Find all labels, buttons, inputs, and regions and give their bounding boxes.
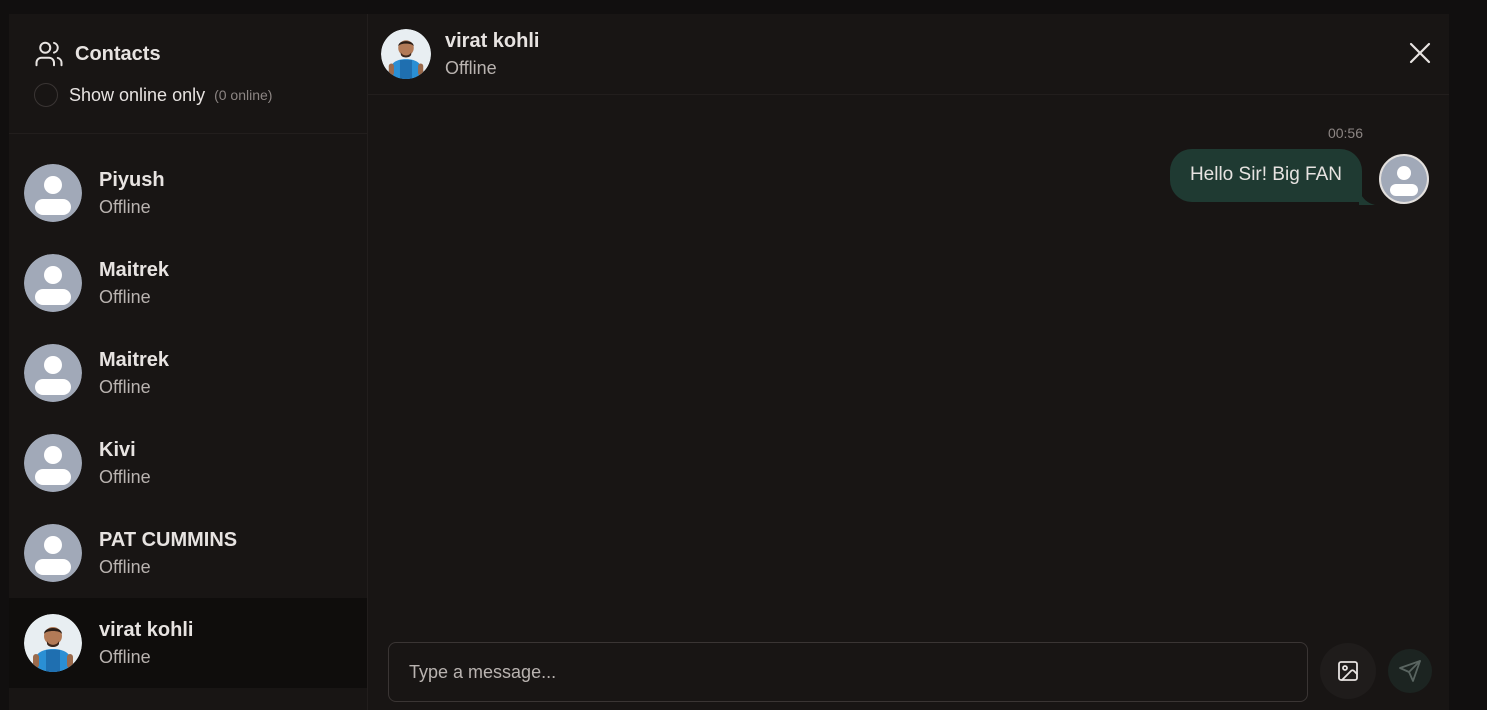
chat-contact-name: virat kohli	[445, 30, 540, 52]
attach-image-button[interactable]	[1320, 643, 1376, 699]
default-avatar-icon	[24, 164, 82, 222]
contact-name: Maitrek	[99, 259, 170, 281]
image-icon	[1338, 661, 1358, 681]
chat-contact-status: Offline	[445, 58, 497, 78]
photo-avatar-icon	[24, 614, 82, 672]
contact-status: Offline	[99, 467, 151, 487]
sidebar-title-row: Contacts	[34, 38, 367, 70]
contact-item[interactable]: Piyush Offline	[9, 148, 367, 238]
contact-name: PAT CUMMINS	[99, 529, 238, 551]
contact-item[interactable]: Kivi Offline	[9, 418, 367, 508]
contact-item[interactable]: Maitrek Offline	[9, 238, 367, 328]
contact-status: Offline	[99, 557, 151, 577]
message-input[interactable]	[389, 643, 1307, 701]
default-avatar-icon	[1381, 156, 1427, 202]
contact-name: Kivi	[99, 439, 136, 461]
contact-item-active[interactable]: virat kohli Offline	[9, 598, 367, 688]
chat-header: virat kohli Offline	[368, 14, 1449, 95]
sidebar-title: Contacts	[75, 42, 161, 65]
default-avatar-icon	[24, 344, 82, 402]
close-button[interactable]	[1407, 40, 1433, 66]
contact-status: Offline	[99, 197, 151, 217]
default-avatar-icon	[24, 524, 82, 582]
message-composer	[388, 642, 1308, 702]
contacts-sidebar: Contacts Show online only (0 online) Piy…	[9, 14, 368, 710]
close-icon	[1409, 42, 1431, 64]
contact-name: virat kohli	[99, 619, 194, 641]
send-button[interactable]	[1388, 649, 1432, 693]
bubble-tail	[1359, 191, 1375, 205]
contact-status: Offline	[99, 287, 151, 307]
sender-avatar	[1379, 154, 1429, 204]
contact-name: Piyush	[99, 169, 165, 191]
message-bubble: Hello Sir! Big FAN	[1169, 149, 1362, 202]
contact-status: Offline	[99, 377, 151, 397]
sidebar-header: Contacts Show online only (0 online)	[9, 14, 367, 134]
contact-item[interactable]: Maitrek Offline	[9, 328, 367, 418]
online-filter: Show online only (0 online)	[34, 82, 367, 108]
send-icon	[1399, 660, 1421, 682]
chat-panel: virat kohli Offline 00:56 Hello Sir! Big…	[368, 14, 1449, 710]
default-avatar-icon	[24, 434, 82, 492]
contact-status: Offline	[99, 647, 151, 667]
default-avatar-icon	[24, 254, 82, 312]
users-icon	[34, 39, 64, 69]
chat-app: Contacts Show online only (0 online) Piy…	[9, 14, 1449, 710]
photo-avatar-icon	[381, 29, 431, 79]
contact-name: Maitrek	[99, 349, 170, 371]
message-timestamp: 00:56	[1327, 125, 1363, 141]
contact-item[interactable]: PAT CUMMINS Offline	[9, 508, 367, 598]
online-only-checkbox[interactable]	[34, 83, 58, 107]
contact-list: Piyush Offline Maitrek Offline Maitrek O…	[9, 134, 367, 710]
online-count: (0 online)	[214, 87, 273, 103]
online-only-label[interactable]: Show online only	[69, 85, 205, 106]
